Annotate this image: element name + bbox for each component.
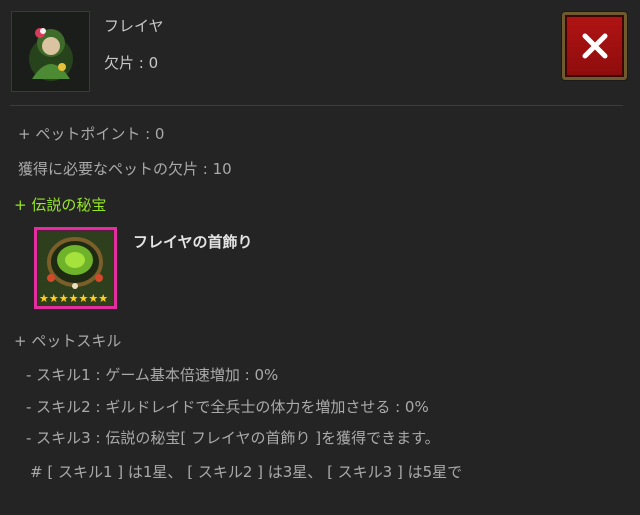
legendary-treasure-heading: + 伝説の秘宝 <box>14 196 107 214</box>
skill-3: - スキル3 : 伝説の秘宝[ フレイヤの首飾り ]を獲得できます。 <box>26 429 440 447</box>
relic-item-frame[interactable]: ★ ★ ★ ★ ★ ★ ★ <box>34 227 117 309</box>
relic-name: フレイヤの首飾り <box>133 233 253 251</box>
close-icon <box>582 33 607 59</box>
pet-skills-heading: + ペットスキル <box>14 332 122 350</box>
pet-portrait <box>11 11 90 92</box>
star-icon: ★ <box>78 292 89 305</box>
star-icon: ★ <box>48 292 59 305</box>
shard-count: 欠片 : 0 <box>104 54 159 72</box>
header-divider <box>10 105 623 106</box>
skill-2: - スキル2 : ギルドレイドで全兵士の体力を増加させる : 0% <box>26 398 429 416</box>
required-shards: 獲得に必要なペットの欠片 : 10 <box>18 160 232 178</box>
star-icon: ★ <box>98 292 109 305</box>
star-icon: ★ <box>88 292 99 305</box>
pet-points: + ペットポイント : 0 <box>18 125 165 143</box>
pet-name: フレイヤ <box>104 17 164 35</box>
close-button[interactable] <box>562 12 627 80</box>
necklace-icon <box>47 237 103 289</box>
star-icon: ★ <box>39 292 49 305</box>
star-icon: ★ <box>68 292 79 305</box>
relic-star-rating: ★ ★ ★ ★ ★ ★ ★ <box>39 293 108 304</box>
pet-portrait-image <box>28 27 73 81</box>
skill-1: - スキル1 : ゲーム基本倍速増加 : 0% <box>26 366 279 384</box>
skill-unlock-note: # [ スキル1 ] は1星、 [ スキル2 ] は3星、 [ スキル3 ] は… <box>30 463 463 481</box>
star-icon: ★ <box>58 292 69 305</box>
